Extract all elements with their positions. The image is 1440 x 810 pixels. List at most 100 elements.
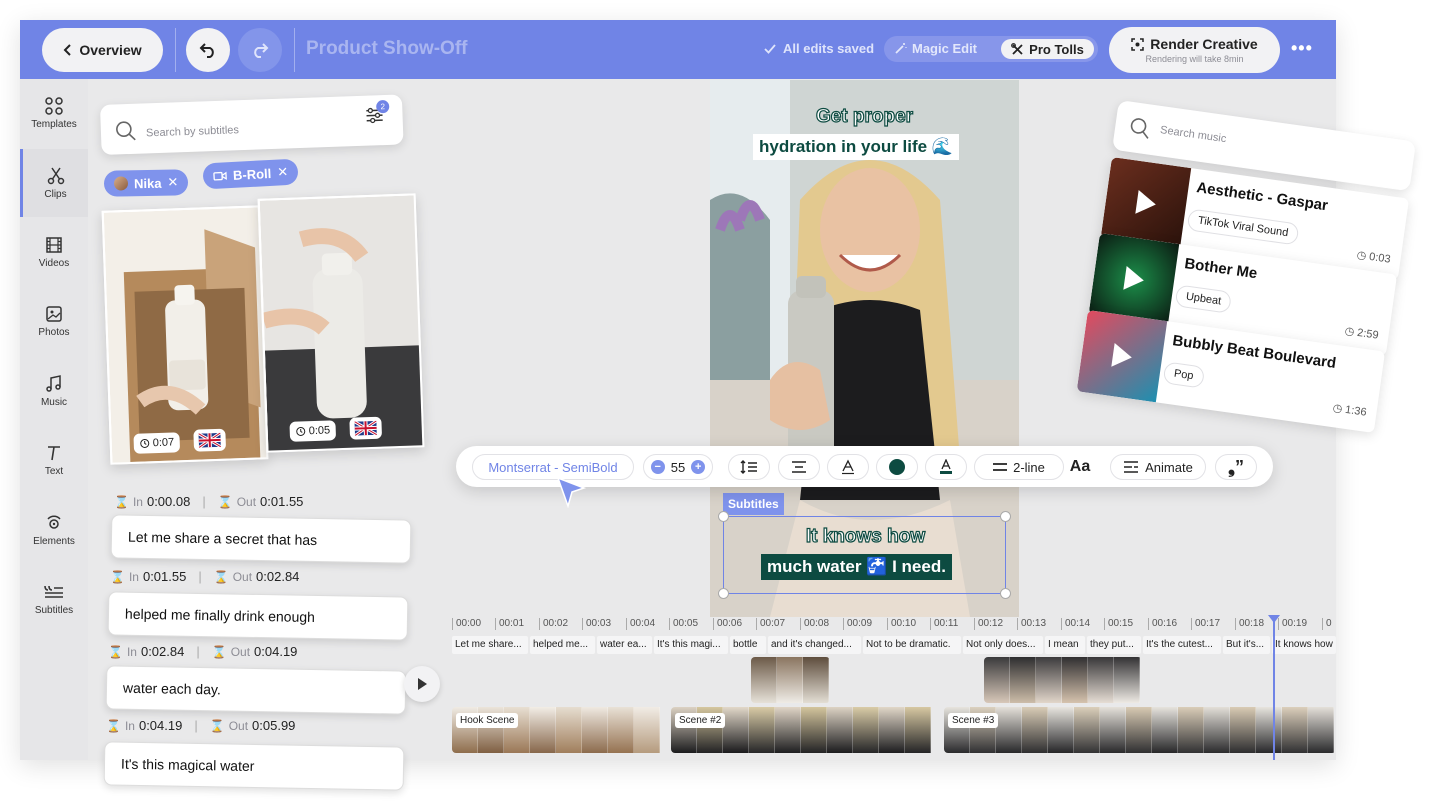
scene-clip-2[interactable]: Scene #2 xyxy=(671,707,937,753)
resize-handle[interactable] xyxy=(1000,511,1011,522)
clip-frame xyxy=(853,707,879,753)
track-thumbnail[interactable] xyxy=(1076,310,1168,403)
redo-button[interactable] xyxy=(238,28,282,72)
scene-clip-3[interactable]: Scene #3 xyxy=(944,707,1336,753)
nav-videos[interactable]: Videos xyxy=(20,218,88,286)
clock-icon: ◷ xyxy=(1343,325,1356,339)
nav-elements[interactable]: Elements xyxy=(20,496,88,564)
subtitle-segment[interactable]: It's this magi... xyxy=(654,636,728,654)
subtitle-text-field[interactable]: Let me share a secret that has xyxy=(110,514,412,564)
clip-frame xyxy=(556,707,582,753)
playhead-handle[interactable] xyxy=(1268,615,1280,623)
render-label: Render Creative xyxy=(1150,36,1258,52)
subtitle-segment[interactable]: It knows how xyxy=(1272,636,1336,654)
image-icon xyxy=(46,305,62,322)
subtitle-segment[interactable]: Not only does... xyxy=(963,636,1043,654)
text-color-button[interactable] xyxy=(876,454,918,480)
line-height-icon xyxy=(740,460,757,474)
scene-clip-hook[interactable]: Hook Scene xyxy=(452,707,664,753)
track-duration: ◷ 1:36 xyxy=(1332,401,1368,419)
in-time[interactable]: 0:00.08 xyxy=(147,494,190,509)
render-creative-button[interactable]: Render Creative Rendering will take 8min xyxy=(1109,27,1280,73)
out-time[interactable]: 0:04.19 xyxy=(254,644,297,659)
resize-handle[interactable] xyxy=(1000,588,1011,599)
timeline-tick: 00:18 xyxy=(1235,618,1264,630)
save-status-text: All edits saved xyxy=(783,41,875,56)
clip-duration: 0:05 xyxy=(289,420,337,442)
close-icon[interactable]: ✕ xyxy=(167,174,178,190)
clip-frame xyxy=(1022,707,1048,753)
subtitle-selection-box[interactable]: It knows how much water 🚰 I need. xyxy=(718,511,1011,599)
subtitle-text-field[interactable]: water each day. xyxy=(105,665,407,715)
timeline-tick: 00:00 xyxy=(452,618,481,630)
subtitle-text-field[interactable]: helped me finally drink enough xyxy=(107,591,409,641)
nav-templates[interactable]: Templates xyxy=(20,79,88,147)
nav-photos[interactable]: Photos xyxy=(20,287,88,355)
align-button[interactable] xyxy=(778,454,820,480)
subtitle-segment[interactable]: bottle xyxy=(730,636,766,654)
overview-button[interactable]: Overview xyxy=(42,28,163,72)
broll-clip[interactable] xyxy=(984,657,1142,703)
timeline-ruler[interactable]: 00:00 00:01 00:02 00:03 00:04 00:05 00:0… xyxy=(452,618,1336,632)
track-duration-text: 0:03 xyxy=(1368,250,1392,266)
filter-chip-broll[interactable]: B-Roll ✕ xyxy=(202,158,299,190)
timeline-playhead[interactable] xyxy=(1273,618,1275,760)
font-selector[interactable]: Montserrat - SemiBold xyxy=(472,454,634,480)
resize-handle[interactable] xyxy=(718,511,729,522)
highlight-button[interactable] xyxy=(925,454,967,480)
magic-edit-button[interactable]: Magic Edit xyxy=(894,41,977,56)
undo-button[interactable] xyxy=(186,28,230,72)
subtitle-segment[interactable]: Let me share... xyxy=(452,636,528,654)
nav-text[interactable]: Text xyxy=(20,426,88,494)
close-icon[interactable]: ✕ xyxy=(277,164,289,181)
subtitle-segment[interactable]: I mean xyxy=(1045,636,1085,654)
clip-frame xyxy=(1062,657,1088,703)
animate-button[interactable]: Animate xyxy=(1110,454,1206,480)
more-menu-button[interactable]: ••• xyxy=(1291,38,1313,59)
out-time[interactable]: 0:05.99 xyxy=(252,718,295,733)
in-time[interactable]: 0:02.84 xyxy=(141,644,184,659)
clip-frame xyxy=(996,707,1022,753)
clip-frame xyxy=(530,707,556,753)
nav-music[interactable]: Music xyxy=(20,357,88,425)
plus-icon[interactable]: + xyxy=(691,460,706,474)
font-size-value[interactable]: 55 xyxy=(671,460,685,475)
subtitle-segment[interactable]: Not to be dramatic. xyxy=(863,636,961,654)
quote-style-button[interactable]: ❟” xyxy=(1215,454,1257,480)
subtitle-segment[interactable]: But it's... xyxy=(1223,636,1270,654)
in-time[interactable]: 0:04.19 xyxy=(139,718,182,733)
broll-clip[interactable] xyxy=(751,657,830,703)
subtitle-text-field[interactable]: It's this magical water xyxy=(103,741,405,791)
play-button[interactable] xyxy=(404,666,440,702)
caption-top-line2: hydration in your life 🌊 xyxy=(753,134,960,160)
line-mode-button[interactable]: 2-line xyxy=(974,454,1064,480)
top-bar: Overview Product Show-Off All edits save… xyxy=(20,20,1336,79)
resize-handle[interactable] xyxy=(718,588,729,599)
clip-card[interactable]: 0:05 xyxy=(257,193,425,453)
clip-frame xyxy=(1230,707,1256,753)
subtitle-segment[interactable]: water ea... xyxy=(597,636,652,654)
clip-card[interactable]: 0:07 xyxy=(101,205,269,465)
clips-search[interactable]: Search by subtitles 2 xyxy=(100,94,404,155)
subtitle-segment[interactable]: they put... xyxy=(1087,636,1141,654)
out-time[interactable]: 0:02.84 xyxy=(256,569,299,584)
line-height-button[interactable] xyxy=(728,454,770,480)
nav-label: Videos xyxy=(38,257,70,269)
subtitle-segment[interactable]: It's the cutest... xyxy=(1143,636,1221,654)
subtitle-segment[interactable]: and it's changed... xyxy=(768,636,861,654)
clip-duration-text: 0:07 xyxy=(152,436,175,450)
pro-tools-button[interactable]: Pro Tolls xyxy=(1001,39,1094,59)
case-button[interactable]: Aa xyxy=(1059,454,1101,480)
clock-icon: ◷ xyxy=(1355,249,1368,263)
nav-subtitles[interactable]: Subtitles xyxy=(20,565,88,633)
minus-icon[interactable]: − xyxy=(650,460,665,474)
in-time[interactable]: 0:01.55 xyxy=(143,569,186,584)
chevron-left-icon xyxy=(63,44,72,56)
project-title[interactable]: Product Show-Off xyxy=(306,38,467,60)
subtitle-timing: ⌛ In 0:00.08 | ⌛ Out 0:01.55 xyxy=(114,494,304,509)
out-time[interactable]: 0:01.55 xyxy=(260,494,303,509)
nav-clips[interactable]: Clips xyxy=(20,149,88,217)
text-style-button[interactable] xyxy=(827,454,869,480)
subtitle-segment[interactable]: helped me... xyxy=(530,636,595,654)
filter-chip-nika[interactable]: Nika ✕ xyxy=(103,169,189,197)
